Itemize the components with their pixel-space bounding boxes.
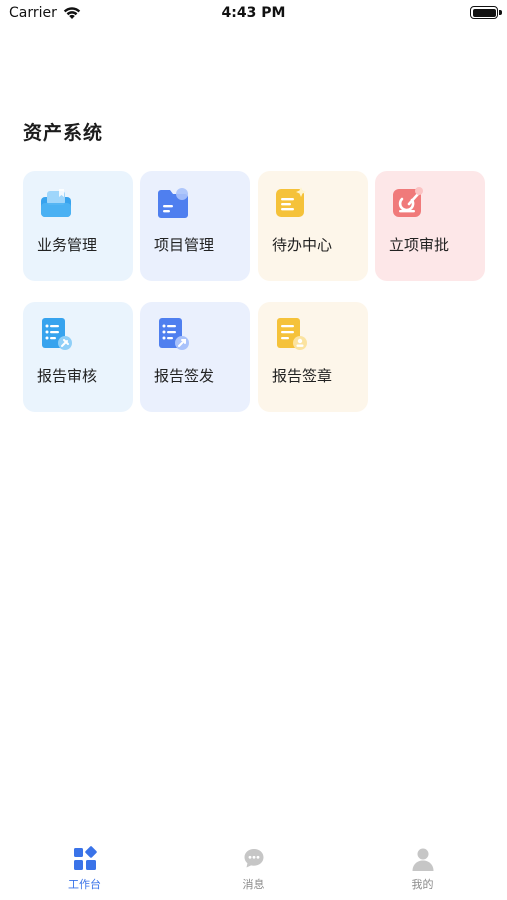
tab-workbench[interactable]: 工作台 (0, 838, 169, 900)
approval-icon (393, 187, 423, 217)
section-title: 资产系统 (23, 122, 104, 144)
briefcase-icon (41, 189, 71, 217)
status-bar: Carrier 4:43 PM (0, 0, 507, 28)
todo-icon (276, 187, 306, 217)
card-label: 待办中心 (272, 236, 333, 254)
battery-icon (470, 6, 502, 19)
status-time: 4:43 PM (221, 5, 286, 21)
card-label: 报告审核 (37, 367, 98, 385)
message-icon (244, 849, 263, 868)
report-seal-icon (277, 318, 307, 350)
card-project-approval[interactable]: 立项审批 (375, 171, 485, 281)
tab-messages[interactable]: 消息 (169, 838, 338, 900)
card-todo-center[interactable]: 待办中心 (258, 171, 368, 281)
card-report-issue[interactable]: 报告签发 (140, 302, 250, 412)
profile-icon (412, 848, 433, 871)
tab-profile[interactable]: 我的 (338, 838, 507, 900)
card-label: 报告签章 (272, 367, 333, 385)
card-report-review[interactable]: 报告审核 (23, 302, 133, 412)
card-label: 业务管理 (37, 236, 98, 254)
card-label: 项目管理 (154, 236, 215, 254)
report-review-icon (42, 318, 72, 350)
card-label: 报告签发 (154, 367, 215, 385)
report-issue-icon (159, 318, 189, 350)
tab-label: 消息 (242, 878, 265, 891)
card-label: 立项审批 (389, 236, 450, 254)
card-project-management[interactable]: 项目管理 (140, 171, 250, 281)
workbench-icon (73, 846, 97, 870)
folder-icon (158, 188, 188, 218)
tab-bar: 工作台 消息 我的 (0, 838, 507, 900)
tab-label: 我的 (411, 878, 434, 891)
card-report-seal[interactable]: 报告签章 (258, 302, 368, 412)
tab-label: 工作台 (68, 878, 101, 891)
card-business-management[interactable]: 业务管理 (23, 171, 133, 281)
